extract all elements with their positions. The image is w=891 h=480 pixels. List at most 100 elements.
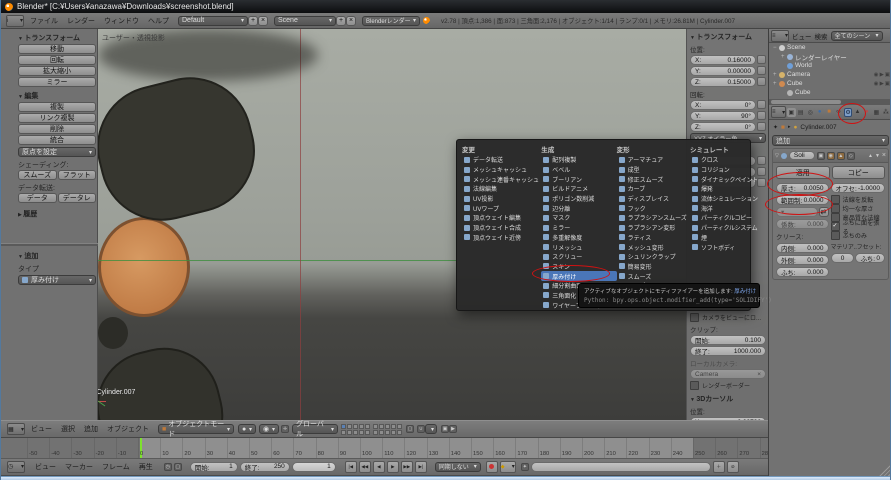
panel-transform-header[interactable]: トランスフォーム (18, 33, 96, 43)
pivot-dropdown[interactable]: ◉ (259, 424, 279, 434)
add-type-dropdown[interactable]: 厚み付け (18, 275, 96, 285)
menu-item[interactable]: ファイル (30, 16, 58, 26)
menu-item[interactable]: ラプラシアン変形 (617, 223, 690, 233)
location-field[interactable]: Z:0.15000 (690, 77, 756, 87)
menu-item[interactable]: 流体シミュレーション (690, 194, 747, 204)
copy-button[interactable]: コピー (832, 166, 886, 179)
outliner-row-renderlayer[interactable]: + レンダーレイヤー (769, 52, 891, 61)
menu-item[interactable]: メッシュキャッシュ (462, 165, 541, 175)
outliner-row-cube-data[interactable]: Cube (769, 88, 891, 97)
play-reverse-button[interactable]: ◀ (373, 461, 385, 473)
editor-type-info-icon[interactable]: i (6, 15, 24, 27)
start-frame-field[interactable]: 開始:1 (190, 462, 238, 472)
rotation-field[interactable]: Z:0° (690, 122, 756, 132)
snap-mode-dropdown[interactable] (425, 424, 437, 434)
option-checkbox[interactable] (831, 213, 840, 222)
menu-item[interactable]: ディスプレイス (617, 194, 690, 204)
option-checkbox[interactable] (831, 231, 840, 240)
next-keyframe-button[interactable]: ▶▶ (401, 461, 413, 473)
menu-item[interactable]: メッシュ変形 (617, 242, 690, 252)
end-frame-field[interactable]: 終了:250 (240, 462, 290, 472)
toolshelf-divider[interactable] (1, 243, 98, 246)
menu-item[interactable]: スムーズ (617, 271, 690, 281)
material-offset-field[interactable]: 0 (831, 253, 855, 263)
outliner-row-camera[interactable]: + Camera ◉▶▣ (769, 70, 891, 79)
menu-item[interactable]: シュリンクラップ (617, 252, 690, 262)
tool-button[interactable]: ミラー (18, 77, 96, 87)
editor-type-properties-icon[interactable]: ≡ (771, 106, 786, 118)
menu-item[interactable]: コリジョン (690, 165, 747, 175)
menu-item[interactable]: 選択 (61, 424, 75, 434)
window-titlebar[interactable]: Blender* [C:¥Users¥anazawa¥Downloads¥scr… (1, 0, 890, 13)
editor-type-outliner-icon[interactable]: ≡ (771, 30, 789, 42)
data-layout-button[interactable]: データレ (58, 193, 97, 203)
frame-lock-icon[interactable]: ▢ (174, 463, 182, 471)
select-icon[interactable]: ▶ (880, 72, 884, 78)
delete-keyframe-button[interactable]: ⊘ (727, 461, 739, 473)
prev-keyframe-button[interactable]: ◀◀ (359, 461, 371, 473)
tool-button[interactable]: 統合 (18, 135, 96, 145)
keying-set-field[interactable] (531, 462, 711, 472)
lock-icon[interactable] (757, 111, 766, 120)
preview-range-icon[interactable]: ◷ (164, 463, 172, 471)
play-button[interactable]: ▶ (387, 461, 399, 473)
tool-button[interactable]: 削除 (18, 124, 96, 134)
shade-smooth-button[interactable]: スムーズ (18, 170, 57, 180)
menu-item[interactable]: ブーリアン (541, 174, 616, 184)
sync-mode-dropdown[interactable]: 同期しない (435, 462, 481, 472)
tool-button[interactable]: 複製 (18, 102, 96, 112)
tool-button[interactable]: リンク複製 (18, 113, 96, 123)
tab-render-layers-icon[interactable]: ▤ (797, 108, 805, 117)
jump-to-end-button[interactable]: ▶| (415, 461, 427, 473)
menu-item[interactable]: 頂点ウェイト合成 (462, 223, 541, 233)
crease-inner-field[interactable]: 内側:0.000 (776, 243, 829, 253)
rotation-field[interactable]: X:0° (690, 100, 756, 110)
menu-item[interactable]: フック (617, 203, 690, 213)
screen-layout-select[interactable]: Default (178, 16, 248, 26)
menu-item[interactable]: 多重解像度 (541, 233, 616, 243)
menu-item[interactable]: カーブ (617, 184, 690, 194)
select-icon[interactable]: ▶ (880, 81, 884, 87)
orientation-dropdown[interactable]: グローバル (292, 424, 338, 434)
menu-item[interactable]: ベベル (541, 165, 616, 175)
menu-item[interactable]: ソフトボディ (690, 242, 747, 252)
snap-magnet-icon[interactable]: ∪ (417, 425, 425, 433)
menu-item[interactable]: アーマチュア (617, 155, 690, 165)
menu-item[interactable]: パーティクルコピー (690, 213, 747, 223)
menu-item[interactable]: マーカー (65, 462, 93, 472)
menu-item[interactable]: データ転送 (462, 155, 541, 165)
move-down-icon[interactable]: ▼ (875, 153, 880, 159)
menu-item[interactable]: 成型 (617, 165, 690, 175)
offset-field[interactable]: オフセ:-1.0000 (831, 183, 885, 193)
rotation-field[interactable]: Y:90° (690, 111, 756, 121)
factor-field[interactable]: 係数:0.000 (776, 219, 829, 229)
menu-item[interactable]: クロス (690, 155, 747, 165)
menu-item[interactable]: ミラー (541, 223, 616, 233)
tool-button[interactable]: 回転 (18, 55, 96, 65)
timeline-ruler[interactable]: -50-40-30-20-100102030405060708090100110… (1, 438, 768, 459)
lock-icon[interactable] (757, 167, 766, 176)
cursor-panel-header[interactable]: 3Dカーソル (690, 394, 766, 404)
menu-item[interactable]: 辺分離 (541, 203, 616, 213)
lock-camera-checkbox[interactable] (690, 313, 699, 322)
render-opengl-anim-icon[interactable]: ▶ (449, 425, 457, 433)
menu-item[interactable]: 煙 (690, 233, 747, 243)
tool-button[interactable]: 移動 (18, 44, 96, 54)
menu-item[interactable]: ポリゴン数削減 (541, 194, 616, 204)
editmode-toggle-icon[interactable]: ▲ (837, 152, 845, 160)
outliner-row-cube[interactable]: + Cube ◉▶▣ (769, 79, 891, 88)
menu-item[interactable]: 再生 (139, 462, 153, 472)
shading-dropdown[interactable]: ● (238, 424, 256, 434)
local-camera-field[interactable]: Camera× (690, 369, 766, 379)
lock-icon[interactable] (757, 122, 766, 131)
tab-render-icon[interactable]: ▣ (787, 108, 795, 117)
clip-start-field[interactable]: 開始:0.100 (690, 335, 766, 345)
location-field[interactable]: X:0.16000 (690, 55, 756, 65)
scene-add-button[interactable]: + (336, 16, 346, 26)
menu-item[interactable]: パーティクルシステム (690, 223, 747, 233)
crease-outer-field[interactable]: 外側:0.000 (776, 255, 829, 265)
collapse-arrow-icon[interactable]: ▽ (775, 153, 779, 159)
tab-world-icon[interactable]: ● (815, 108, 823, 117)
manipulator-toggle-icon[interactable]: ✛ (281, 425, 289, 433)
keying-set-icon[interactable]: ✦ (521, 463, 529, 471)
